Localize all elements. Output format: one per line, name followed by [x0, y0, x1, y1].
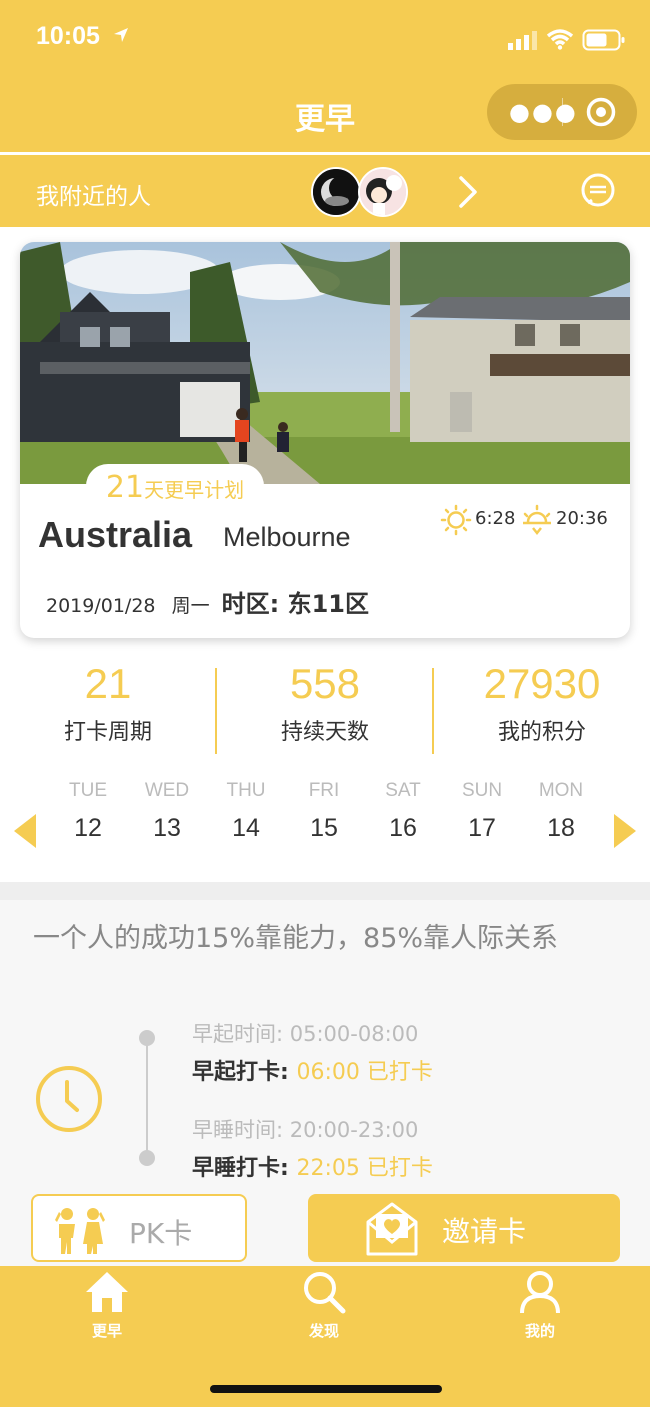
stat-points: 27930 我的积分	[434, 660, 650, 746]
day-mon[interactable]: MON 18	[526, 780, 596, 843]
stat-days: 558 持续天数	[217, 660, 433, 746]
avatar[interactable]	[311, 167, 361, 217]
tab-home[interactable]: 更早	[47, 1270, 167, 1341]
signal-icon	[508, 31, 537, 50]
close-target-icon[interactable]	[585, 96, 617, 128]
timezone-text: 时区: 东11区	[221, 590, 369, 618]
wake-label: 早起打卡:	[192, 1060, 289, 1085]
timeline-dot	[139, 1150, 155, 1166]
weekday-text: 周一	[171, 595, 210, 617]
invite-card-button[interactable]: 邀请卡	[308, 1194, 620, 1262]
location-photo	[20, 242, 630, 484]
sunset-time: 20:36	[556, 508, 608, 529]
nav-bar: 更早 ●●●	[0, 80, 650, 152]
nearby-label: 我附近的人	[36, 184, 151, 210]
day-date: 17	[468, 814, 496, 842]
status-bar: 10:05	[0, 0, 650, 80]
quote-text: 一个人的成功15%靠能力，85%靠人际关系	[33, 923, 559, 954]
day-date: 14	[232, 814, 260, 842]
week-strip: TUE 12 WED 13 THU 14 FRI 15 SAT 16 SUN 17 MON 1…	[0, 780, 650, 860]
sleep-range: 早睡时间: 20:00-23:00	[192, 1118, 419, 1142]
day-sat[interactable]: SAT 16	[368, 780, 438, 843]
day-name: WED	[144, 780, 190, 801]
nearby-people-bar[interactable]: 我附近的人	[0, 155, 650, 227]
home-indicator[interactable]	[210, 1385, 442, 1393]
day-sun[interactable]: SUN 17	[447, 780, 517, 843]
day-date: 18	[547, 814, 575, 842]
day-thu[interactable]: THU 14	[211, 780, 281, 843]
stat-label: 持续天数	[280, 720, 369, 745]
day-name: THU	[226, 780, 266, 801]
sunrise-icon	[440, 504, 472, 536]
pk-card-button[interactable]: PK卡	[31, 1194, 247, 1262]
day-wed[interactable]: WED 13	[132, 780, 202, 843]
date-line: 2019/01/28 周一 时区: 东11区	[46, 584, 369, 619]
next-week-arrow-icon[interactable]	[614, 814, 636, 848]
status-time: 10:05	[36, 22, 100, 50]
invite-label: 邀请卡	[442, 1215, 527, 1248]
envelope-heart-icon	[366, 1202, 418, 1256]
home-icon	[86, 1272, 128, 1312]
pk-label: PK卡	[129, 1217, 193, 1250]
day-name: SUN	[461, 780, 503, 801]
sunrise-time: 6:28	[475, 508, 516, 529]
stat-label: 打卡周期	[63, 720, 152, 745]
clock-icon	[36, 1066, 102, 1132]
checkin-section: 一个人的成功15%靠能力，85%靠人际关系 早起时间: 05:00-08:00 …	[0, 900, 650, 1266]
day-name: SAT	[385, 780, 421, 801]
chevron-right-icon[interactable]	[456, 175, 480, 209]
stats-row: 21 打卡周期 558 持续天数 27930 我的积分	[0, 660, 650, 760]
country-name: Australia	[38, 514, 193, 555]
battery-icon	[582, 29, 625, 51]
plan-text: 天更早计划	[144, 478, 245, 502]
date-text: 2019/01/28	[46, 595, 156, 617]
more-icon[interactable]: ●●●	[509, 100, 578, 124]
capsule-divider	[562, 98, 563, 126]
plan-badge: 21天更早计划	[86, 464, 264, 508]
stat-label: 我的积分	[497, 720, 586, 745]
user-icon	[520, 1271, 560, 1314]
people-icon	[55, 1208, 105, 1254]
wake-checkin: 早起打卡: 06:00 已打卡	[192, 1054, 433, 1086]
location-card[interactable]: 21天更早计划 Australia Melbourne 6:28 20:36 2…	[20, 242, 630, 638]
location-arrow-icon	[114, 28, 128, 42]
wake-range: 早起时间: 05:00-08:00	[192, 1022, 419, 1046]
avatar[interactable]	[358, 167, 408, 217]
wake-status: 06:00 已打卡	[296, 1060, 433, 1085]
day-tue[interactable]: TUE 12	[53, 780, 123, 843]
search-icon	[304, 1272, 346, 1314]
timeline-dot	[139, 1030, 155, 1046]
day-date: 16	[389, 814, 417, 842]
tab-label: 更早	[91, 1322, 122, 1340]
section-separator	[0, 882, 650, 900]
mini-program-capsule: ●●●	[487, 84, 637, 140]
prev-week-arrow-icon[interactable]	[14, 814, 36, 848]
message-icon[interactable]	[580, 173, 616, 209]
stat-value: 21	[84, 660, 132, 707]
wifi-icon	[546, 29, 574, 50]
stat-value: 27930	[483, 660, 601, 707]
tab-label: 发现	[308, 1322, 339, 1340]
day-date: 12	[74, 814, 102, 842]
day-date: 13	[153, 814, 181, 842]
day-name: FRI	[308, 780, 340, 801]
stat-value: 558	[289, 660, 361, 707]
stat-cycle: 21 打卡周期	[0, 660, 216, 746]
sleep-checkin: 早睡打卡: 22:05 已打卡	[192, 1150, 433, 1182]
day-name: MON	[538, 780, 584, 801]
sleep-label: 早睡打卡:	[192, 1156, 289, 1181]
plan-days: 21	[105, 470, 145, 505]
timeline-line	[146, 1038, 148, 1160]
sleep-status: 22:05 已打卡	[296, 1156, 433, 1181]
day-date: 15	[310, 814, 338, 842]
tab-discover[interactable]: 发现	[264, 1270, 384, 1341]
tab-label: 我的	[524, 1322, 555, 1340]
tab-profile[interactable]: 我的	[480, 1270, 600, 1341]
day-fri[interactable]: FRI 15	[289, 780, 359, 843]
sunset-icon	[523, 504, 551, 536]
city-name: Melbourne	[223, 522, 351, 552]
day-name: TUE	[69, 780, 107, 801]
